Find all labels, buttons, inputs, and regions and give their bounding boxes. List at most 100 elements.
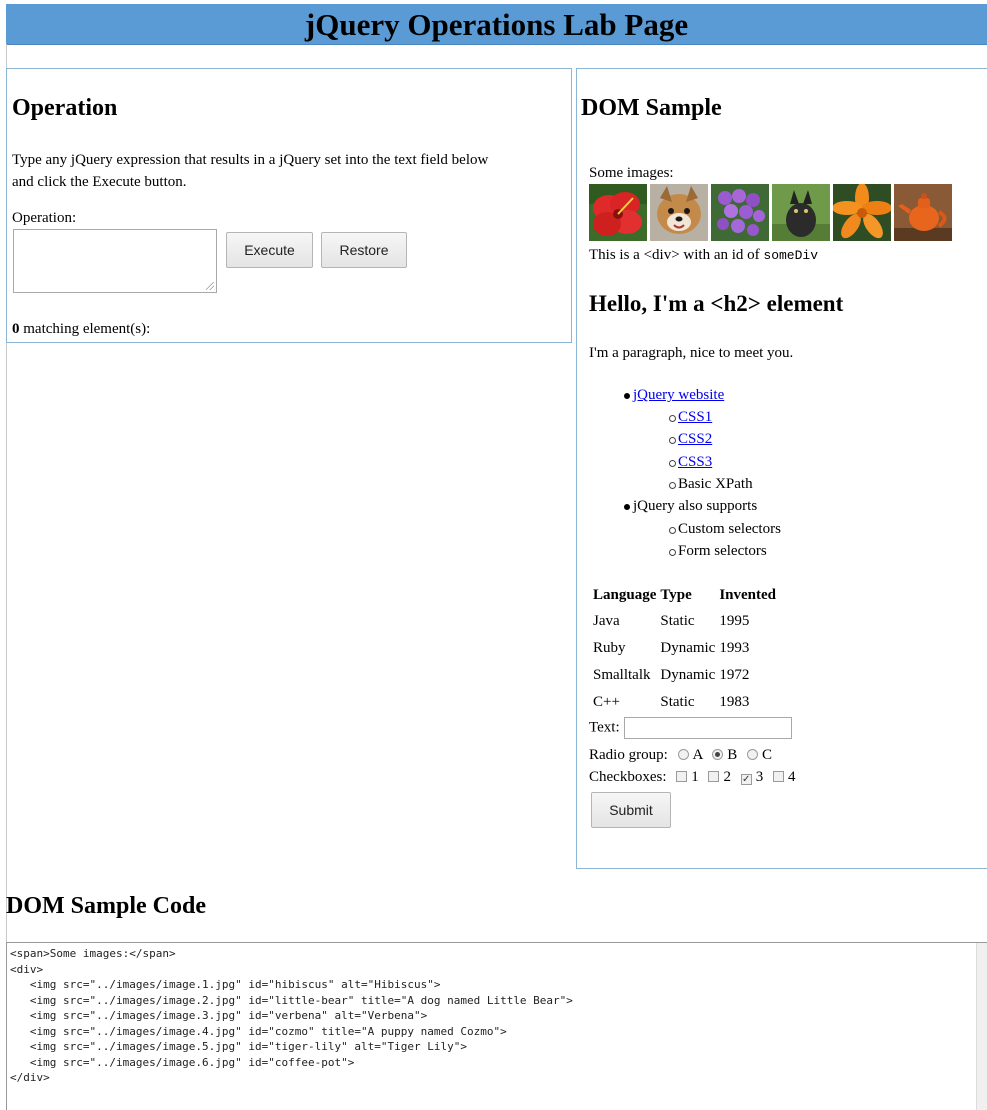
- jquery-website-link[interactable]: jQuery website: [633, 387, 724, 403]
- images-label: Some images:: [589, 165, 674, 181]
- table-cell: C++: [593, 694, 620, 710]
- table-cell: 1993: [719, 640, 750, 656]
- table-header: Language: [593, 586, 657, 603]
- cozmo-image: [772, 184, 830, 241]
- radio-c[interactable]: [747, 749, 759, 760]
- table-row: C++ Static 1983: [591, 689, 778, 716]
- css2-link[interactable]: CSS2: [678, 431, 712, 447]
- table-cell: Dynamic: [660, 667, 716, 683]
- code-box[interactable]: <span>Some images:</span> <div> <img src=…: [6, 942, 987, 1110]
- circle-bullet-icon: [669, 460, 676, 467]
- code-line: <div>: [10, 962, 44, 976]
- css3-link[interactable]: CSS3: [678, 454, 712, 470]
- operation-textarea[interactable]: [13, 229, 217, 293]
- restore-button[interactable]: Restore: [321, 232, 407, 268]
- page-title: jQuery Operations Lab Page: [304, 7, 689, 42]
- table-cell: Ruby: [593, 640, 626, 656]
- text-field-label: Text:: [589, 719, 620, 736]
- radio-c-label: C: [762, 747, 773, 763]
- code-line: <img src="../images/image.5.jpg" id="tig…: [10, 1040, 467, 1053]
- code-line: <img src="../images/image.2.jpg" id="lit…: [10, 993, 573, 1007]
- list-item-basic-xpath: Basic XPath: [678, 476, 753, 492]
- sample-paragraph: I'm a paragraph, nice to meet you.: [589, 345, 794, 361]
- circle-bullet-icon: [669, 415, 676, 422]
- radio-a[interactable]: [677, 749, 689, 760]
- hibiscus-image: [589, 184, 647, 241]
- table-row: Ruby Dynamic 1993: [591, 635, 778, 662]
- bullet-icon: [624, 504, 630, 510]
- div-description: This is a <div> with an id of someDiv: [589, 247, 818, 264]
- checkbox-row: Checkboxes: 1 2 ✓ 3 4: [589, 769, 795, 786]
- table-cell: Java: [593, 613, 620, 629]
- div-description-prefix: This is a <div> with an id of: [589, 247, 764, 263]
- div-id: someDiv: [763, 248, 819, 263]
- page-banner: jQuery Operations Lab Page: [6, 4, 987, 45]
- table-cell: Static: [660, 613, 695, 629]
- operation-description: Type any jQuery expression that results …: [12, 152, 489, 190]
- table-row: Java Static 1995: [591, 608, 778, 635]
- table-cell: 1995: [719, 613, 750, 629]
- code-line: <img src="../images/image.4.jpg" id="coz…: [10, 1024, 507, 1038]
- code-line: <img src="../images/image.3.jpg" id="ver…: [10, 1009, 428, 1022]
- h2-element: Hello, I'm a <h2> element: [589, 291, 844, 316]
- match-count: 0: [12, 321, 20, 337]
- code-line: <img src="../images/image.6.jpg" id="cof…: [10, 1055, 355, 1069]
- checkbox-1-label: 1: [691, 769, 699, 785]
- code-line: <span>Some images:</span>: [10, 947, 176, 960]
- submit-button[interactable]: Submit: [591, 792, 671, 828]
- circle-bullet-icon: [669, 549, 676, 556]
- operation-panel: Operation Type any jQuery expression tha…: [6, 68, 572, 343]
- verbena-image: [711, 184, 769, 241]
- code-line: </div>: [10, 1071, 50, 1084]
- tiger-lily-image: [833, 184, 891, 241]
- checkbox-2-label: 2: [723, 769, 731, 785]
- table-cell: Smalltalk: [593, 667, 651, 683]
- bullet-icon: [624, 393, 630, 399]
- text-field-row: Text:: [589, 717, 792, 739]
- code-scrollbar[interactable]: [976, 943, 987, 1110]
- checkbox-label: Checkboxes:: [589, 769, 667, 785]
- checkbox-4[interactable]: [772, 771, 784, 782]
- table-row: Smalltalk Dynamic 1972: [591, 662, 778, 689]
- css1-link[interactable]: CSS1: [678, 409, 712, 425]
- table-header: Type: [660, 586, 692, 603]
- checkbox-3-label: 3: [755, 769, 764, 785]
- radio-group-row: Radio group: A B C: [589, 747, 772, 764]
- code-block: <span>Some images:</span> <div> <img src=…: [7, 943, 987, 1086]
- execute-button[interactable]: Execute: [226, 232, 313, 268]
- table-header-row: Language Type Invented: [591, 582, 778, 608]
- code-line: <img src="../images/image.1.jpg" id="hib…: [10, 978, 441, 991]
- table-cell: Static: [660, 694, 695, 710]
- list-item-custom-selectors: Custom selectors: [678, 521, 781, 537]
- code-heading: DOM Sample Code: [6, 893, 206, 919]
- circle-bullet-icon: [669, 437, 676, 444]
- match-suffix: matching element(s):: [19, 321, 151, 337]
- radio-a-label: A: [692, 747, 703, 763]
- radio-b[interactable]: [712, 749, 724, 760]
- little-bear-image: [650, 184, 708, 241]
- circle-bullet-icon: [669, 527, 676, 534]
- list-item-form-selectors: Form selectors: [678, 543, 767, 559]
- radio-group-label: Radio group:: [589, 747, 668, 763]
- resize-grip-icon[interactable]: [206, 282, 214, 290]
- operation-field-label: Operation:: [12, 210, 77, 226]
- table-header: Invented: [719, 586, 777, 603]
- text-input[interactable]: [623, 717, 792, 739]
- operation-heading: Operation: [12, 95, 118, 121]
- checkbox-3[interactable]: ✓: [740, 774, 752, 785]
- coffee-pot-image: [894, 184, 952, 241]
- image-row: [589, 184, 952, 241]
- circle-bullet-icon: [669, 482, 676, 489]
- match-count-text: 0 matching element(s):: [12, 321, 150, 338]
- radio-b-label: B: [727, 747, 738, 763]
- checkbox-1[interactable]: [676, 771, 688, 782]
- checkbox-2[interactable]: [708, 771, 720, 782]
- table-cell: 1983: [719, 694, 750, 710]
- list-item-jquery-supports: jQuery also supports: [633, 498, 758, 514]
- dom-sample-panel: DOM Sample Some images: This is a <div> …: [576, 68, 987, 869]
- checkbox-4-label: 4: [787, 769, 796, 785]
- table-cell: Dynamic: [660, 640, 716, 656]
- language-table: Language Type Invented Java Static 1995 …: [591, 582, 778, 716]
- table-cell: 1972: [719, 667, 750, 683]
- check-mark-icon: ✓: [742, 774, 751, 785]
